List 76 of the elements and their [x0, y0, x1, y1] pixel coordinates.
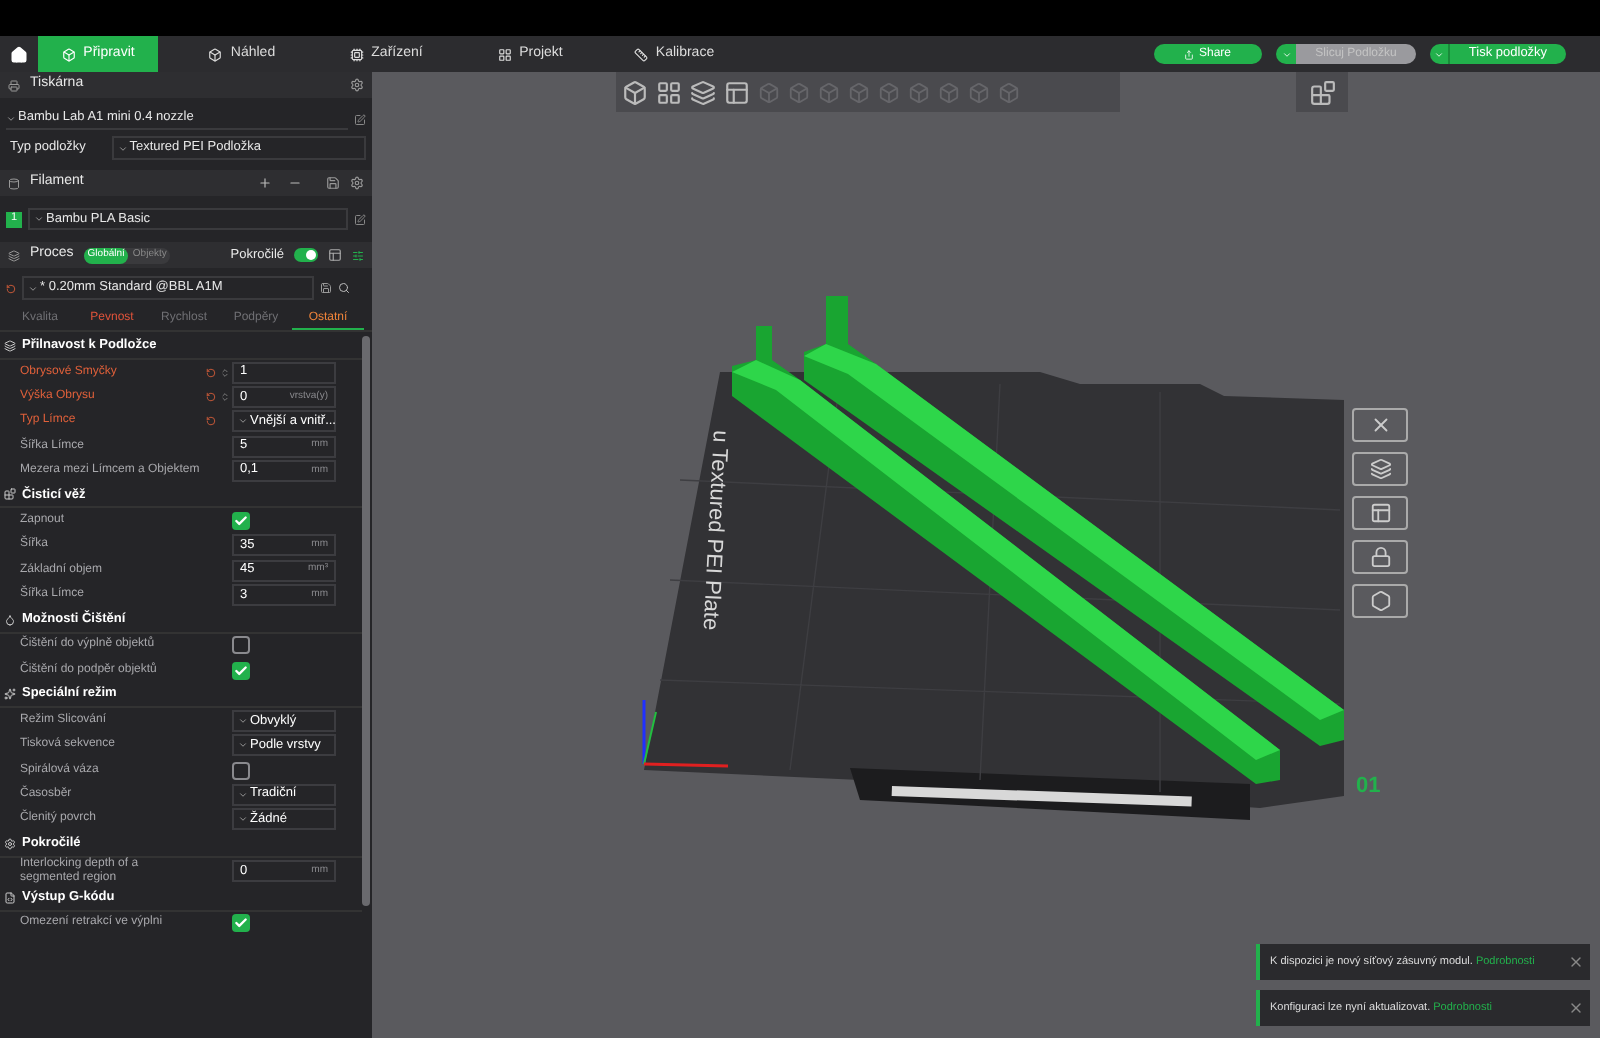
checkbox[interactable] — [232, 661, 250, 680]
chevron-icon — [1281, 49, 1291, 59]
layers-icon — [8, 249, 20, 261]
plate-tool-icon — [1369, 502, 1391, 524]
reset-icon[interactable] — [205, 391, 215, 402]
spool-icon — [8, 177, 20, 189]
reset-icon[interactable] — [205, 416, 215, 427]
scrollbar[interactable] — [362, 336, 370, 906]
spinner-icon[interactable] — [220, 367, 230, 378]
check-icon — [234, 514, 248, 529]
tab-icon — [61, 47, 76, 61]
printer-icon — [8, 79, 20, 91]
check-icon — [234, 663, 248, 678]
plate-tool-button[interactable] — [1352, 584, 1408, 618]
plate-tool-icon — [1369, 546, 1391, 568]
edit-icon[interactable] — [354, 113, 366, 125]
settings-icon[interactable] — [350, 176, 364, 190]
close-icon[interactable] — [1568, 1000, 1584, 1016]
checkbox[interactable] — [232, 636, 250, 655]
close-icon[interactable] — [1568, 954, 1584, 970]
edit-icon[interactable] — [354, 213, 366, 225]
chevron-icon — [238, 814, 248, 825]
share-icon — [1184, 49, 1195, 59]
chevron-icon — [6, 113, 16, 123]
chevron-icon — [238, 715, 248, 726]
dropdown-button[interactable] — [1276, 44, 1296, 64]
plate-tool-icon — [1369, 458, 1391, 480]
plate-tool-button[interactable] — [1352, 496, 1408, 530]
sliders-icon[interactable] — [352, 249, 364, 261]
chevron-icon — [238, 789, 248, 800]
tab-icon — [633, 47, 648, 61]
spinner-icon[interactable] — [220, 391, 230, 402]
reset-icon[interactable] — [205, 367, 215, 378]
section-icon — [4, 340, 16, 352]
checkbox[interactable] — [232, 761, 250, 779]
section-icon — [4, 688, 16, 701]
section-icon — [4, 891, 16, 904]
plate-tool-button[interactable] — [1352, 540, 1408, 574]
save-icon[interactable] — [326, 176, 340, 190]
tab-icon — [497, 47, 512, 61]
chevron-icon — [28, 283, 38, 293]
add-icon[interactable] — [258, 176, 272, 190]
plate-label: u Textured PEI Plate — [697, 429, 732, 631]
reset-icon[interactable] — [6, 283, 16, 293]
toolbar-icon[interactable] — [724, 79, 750, 105]
chevron-icon — [238, 740, 248, 751]
save-icon[interactable] — [320, 282, 332, 294]
chevron-icon — [117, 143, 128, 153]
home-icon — [10, 45, 28, 63]
list-icon[interactable] — [328, 248, 342, 262]
plate-tool-button[interactable] — [1352, 452, 1408, 486]
section-icon — [4, 613, 16, 626]
search-icon[interactable] — [338, 282, 350, 294]
chevron-icon — [1434, 49, 1444, 59]
plate-tool-icon — [1369, 590, 1391, 612]
dropdown-button[interactable] — [1430, 44, 1450, 64]
toolbar-icon[interactable] — [622, 79, 648, 105]
plate-tool-button[interactable] — [1352, 408, 1408, 442]
toolbar-icon[interactable] — [690, 79, 716, 105]
checkbox[interactable] — [232, 914, 250, 933]
section-icon — [4, 488, 16, 501]
chevron-icon — [34, 214, 44, 224]
chevron-icon — [238, 416, 248, 427]
plate-tool-icon — [1369, 414, 1391, 436]
checkbox[interactable] — [232, 512, 250, 531]
section-icon — [4, 837, 16, 850]
plate-number: 01 — [1356, 774, 1381, 798]
advanced-switch[interactable] — [294, 248, 318, 262]
check-icon — [234, 916, 248, 931]
settings-icon[interactable] — [350, 78, 364, 92]
tab-icon — [349, 47, 364, 61]
tab-icon — [208, 47, 223, 61]
axes-icon — [642, 700, 729, 768]
toolbar-icon[interactable] — [1309, 79, 1335, 105]
toolbar-icon[interactable] — [656, 79, 682, 105]
remove-icon[interactable] — [288, 176, 302, 190]
